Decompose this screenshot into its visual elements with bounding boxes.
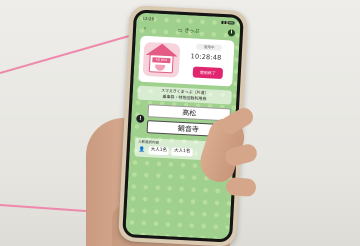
ticket-info: スマえきくまっぷ（片道） 乗車券・特急回数利用券: [137, 85, 232, 105]
battery-icon: [227, 20, 235, 25]
info-icon: i: [230, 29, 233, 36]
person-icon: 👤: [138, 146, 145, 154]
ticket-status-label: 使用中: [196, 43, 223, 51]
wifi-icon: [224, 20, 227, 24]
ticket-time: 10:28:48: [190, 52, 222, 62]
ticket-icon: ▭: [177, 27, 183, 34]
mascot-face: [154, 64, 166, 71]
end-use-button[interactable]: 使用終了: [192, 66, 224, 80]
back-button[interactable]: ‹: [141, 25, 149, 32]
mascot-illustration: AD BUS: [142, 41, 181, 78]
chevron-left-icon: ‹: [143, 24, 147, 32]
mascot-sign: AD BUS: [152, 57, 171, 64]
info-button[interactable]: i: [227, 29, 236, 37]
location-pin-icon: !: [136, 114, 145, 123]
passenger-adult: 大人1名: [148, 146, 170, 156]
signal-icon: [221, 20, 224, 24]
status-icons: [221, 20, 235, 25]
ticket-card: AD BUS 使用中 10:28:48 使用終了: [138, 35, 235, 87]
annotation-line-top: [0, 35, 130, 74]
status-time: 12:28: [142, 15, 155, 21]
header-title-text: きっぷ: [184, 27, 200, 35]
passenger-child: 大人1名: [171, 147, 193, 157]
header-title: ▭ きっぷ: [178, 27, 200, 35]
hand-finger-3: [225, 176, 257, 198]
mascot-body: AD BUS: [148, 54, 174, 74]
